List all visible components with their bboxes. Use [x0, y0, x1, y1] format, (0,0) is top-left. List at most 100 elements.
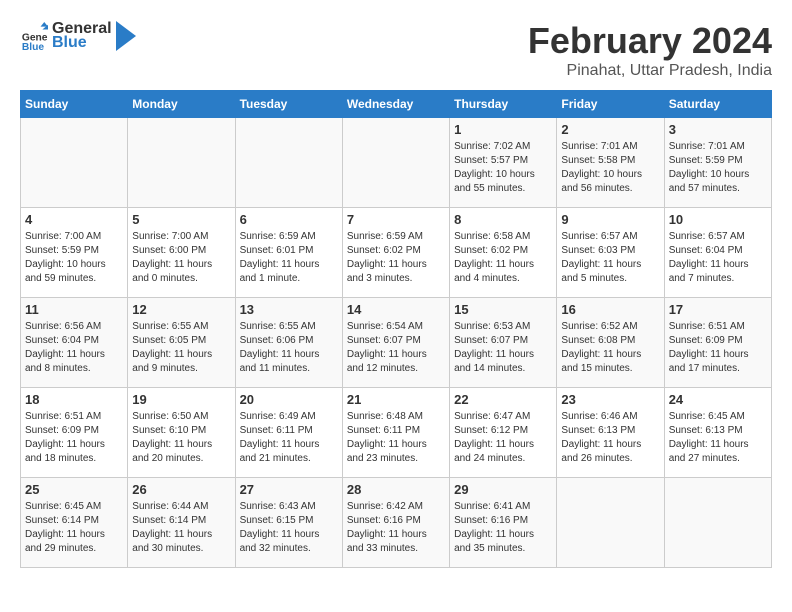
- calendar-cell: 5 Sunrise: 7:00 AM Sunset: 6:00 PM Daylig…: [128, 208, 235, 298]
- day-number: 13: [240, 302, 338, 317]
- calendar-cell: 1 Sunrise: 7:02 AM Sunset: 5:57 PM Daylig…: [450, 118, 557, 208]
- day-number: 24: [669, 392, 767, 407]
- calendar-cell: 20Sunrise: 6:49 AM Sunset: 6:11 PM Dayli…: [235, 388, 342, 478]
- day-number: 22: [454, 392, 552, 407]
- svg-text:Blue: Blue: [22, 42, 45, 50]
- cell-info: Sunrise: 6:56 AM Sunset: 6:04 PM Dayligh…: [25, 320, 123, 376]
- calendar-cell: 10 Sunrise: 6:57 AM Sunset: 6:04 PM Dayli…: [664, 208, 771, 298]
- day-header-wednesday: Wednesday: [342, 91, 449, 118]
- calendar-cell: 14 Sunrise: 6:54 AM Sunset: 6:07 PM Dayli…: [342, 298, 449, 388]
- calendar-cell: 2 Sunrise: 7:01 AM Sunset: 5:58 PM Daylig…: [557, 118, 664, 208]
- cell-info: Sunrise: 7:01 AM Sunset: 5:58 PM Dayligh…: [561, 140, 659, 196]
- day-header-friday: Friday: [557, 91, 664, 118]
- day-number: 1: [454, 122, 552, 137]
- cell-info: Sunrise: 6:50 AM Sunset: 6:10 PM Dayligh…: [132, 410, 230, 466]
- cell-info: Sunrise: 6:57 AM Sunset: 6:04 PM Dayligh…: [669, 230, 767, 286]
- calendar-cell: 25 Sunrise: 6:45 AM Sunset: 6:14 PM Dayli…: [21, 478, 128, 568]
- calendar-cell: 15Sunrise: 6:53 AM Sunset: 6:07 PM Dayli…: [450, 298, 557, 388]
- day-header-thursday: Thursday: [450, 91, 557, 118]
- cell-info: Sunrise: 6:55 AM Sunset: 6:06 PM Dayligh…: [240, 320, 338, 376]
- day-header-monday: Monday: [128, 91, 235, 118]
- cell-info: Sunrise: 6:55 AM Sunset: 6:05 PM Dayligh…: [132, 320, 230, 376]
- day-number: 3: [669, 122, 767, 137]
- day-number: 14: [347, 302, 445, 317]
- cell-info: Sunrise: 6:41 AM Sunset: 6:16 PM Dayligh…: [454, 500, 552, 556]
- day-number: 17: [669, 302, 767, 317]
- day-number: 19: [132, 392, 230, 407]
- subtitle: Pinahat, Uttar Pradesh, India: [528, 62, 772, 80]
- calendar-cell: 22 Sunrise: 6:47 AM Sunset: 6:12 PM Dayli…: [450, 388, 557, 478]
- cell-info: Sunrise: 7:01 AM Sunset: 5:59 PM Dayligh…: [669, 140, 767, 196]
- day-number: 16: [561, 302, 659, 317]
- calendar-cell: 8 Sunrise: 6:58 AM Sunset: 6:02 PM Daylig…: [450, 208, 557, 298]
- title-area: February 2024 Pinahat, Uttar Pradesh, In…: [528, 20, 772, 80]
- calendar-cell: 16Sunrise: 6:52 AM Sunset: 6:08 PM Dayli…: [557, 298, 664, 388]
- calendar-cell: 3 Sunrise: 7:01 AM Sunset: 5:59 PM Daylig…: [664, 118, 771, 208]
- day-header-saturday: Saturday: [664, 91, 771, 118]
- logo-icon: General Blue: [20, 22, 48, 50]
- day-number: 18: [25, 392, 123, 407]
- calendar-cell: [128, 118, 235, 208]
- cell-info: Sunrise: 6:54 AM Sunset: 6:07 PM Dayligh…: [347, 320, 445, 376]
- calendar-cell: 7Sunrise: 6:59 AM Sunset: 6:02 PM Daylig…: [342, 208, 449, 298]
- day-number: 25: [25, 482, 123, 497]
- day-number: 28: [347, 482, 445, 497]
- calendar-cell: [664, 478, 771, 568]
- calendar-cell: 24 Sunrise: 6:45 AM Sunset: 6:13 PM Dayli…: [664, 388, 771, 478]
- calendar-week-row: 11 Sunrise: 6:56 AM Sunset: 6:04 PM Dayli…: [21, 298, 772, 388]
- cell-info: Sunrise: 7:02 AM Sunset: 5:57 PM Dayligh…: [454, 140, 552, 196]
- day-header-sunday: Sunday: [21, 91, 128, 118]
- calendar-week-row: 4 Sunrise: 7:00 AM Sunset: 5:59 PM Daylig…: [21, 208, 772, 298]
- day-number: 11: [25, 302, 123, 317]
- cell-info: Sunrise: 6:57 AM Sunset: 6:03 PM Dayligh…: [561, 230, 659, 286]
- cell-info: Sunrise: 6:51 AM Sunset: 6:09 PM Dayligh…: [669, 320, 767, 376]
- day-number: 26: [132, 482, 230, 497]
- calendar-cell: [557, 478, 664, 568]
- calendar-cell: 13 Sunrise: 6:55 AM Sunset: 6:06 PM Dayli…: [235, 298, 342, 388]
- day-number: 21: [347, 392, 445, 407]
- calendar-week-row: 25 Sunrise: 6:45 AM Sunset: 6:14 PM Dayli…: [21, 478, 772, 568]
- calendar-cell: 26 Sunrise: 6:44 AM Sunset: 6:14 PM Dayli…: [128, 478, 235, 568]
- day-number: 6: [240, 212, 338, 227]
- cell-info: Sunrise: 7:00 AM Sunset: 5:59 PM Dayligh…: [25, 230, 123, 286]
- day-number: 29: [454, 482, 552, 497]
- calendar-week-row: 1 Sunrise: 7:02 AM Sunset: 5:57 PM Daylig…: [21, 118, 772, 208]
- day-number: 9: [561, 212, 659, 227]
- day-number: 15: [454, 302, 552, 317]
- cell-info: Sunrise: 6:47 AM Sunset: 6:12 PM Dayligh…: [454, 410, 552, 466]
- cell-info: Sunrise: 6:51 AM Sunset: 6:09 PM Dayligh…: [25, 410, 123, 466]
- cell-info: Sunrise: 6:59 AM Sunset: 6:02 PM Dayligh…: [347, 230, 445, 286]
- cell-info: Sunrise: 6:45 AM Sunset: 6:14 PM Dayligh…: [25, 500, 123, 556]
- cell-info: Sunrise: 6:44 AM Sunset: 6:14 PM Dayligh…: [132, 500, 230, 556]
- calendar-cell: 12 Sunrise: 6:55 AM Sunset: 6:05 PM Dayli…: [128, 298, 235, 388]
- calendar-cell: 9 Sunrise: 6:57 AM Sunset: 6:03 PM Daylig…: [557, 208, 664, 298]
- cell-info: Sunrise: 6:43 AM Sunset: 6:15 PM Dayligh…: [240, 500, 338, 556]
- day-number: 2: [561, 122, 659, 137]
- calendar-cell: 19 Sunrise: 6:50 AM Sunset: 6:10 PM Dayli…: [128, 388, 235, 478]
- calendar-cell: 23 Sunrise: 6:46 AM Sunset: 6:13 PM Dayli…: [557, 388, 664, 478]
- cell-info: Sunrise: 6:58 AM Sunset: 6:02 PM Dayligh…: [454, 230, 552, 286]
- calendar-cell: 11 Sunrise: 6:56 AM Sunset: 6:04 PM Dayli…: [21, 298, 128, 388]
- calendar-cell: [342, 118, 449, 208]
- calendar-cell: 29 Sunrise: 6:41 AM Sunset: 6:16 PM Dayli…: [450, 478, 557, 568]
- cell-info: Sunrise: 6:46 AM Sunset: 6:13 PM Dayligh…: [561, 410, 659, 466]
- logo-arrow-icon: [116, 21, 136, 51]
- cell-info: Sunrise: 6:42 AM Sunset: 6:16 PM Dayligh…: [347, 500, 445, 556]
- calendar-header-row: SundayMondayTuesdayWednesdayThursdayFrid…: [21, 91, 772, 118]
- day-number: 8: [454, 212, 552, 227]
- day-number: 10: [669, 212, 767, 227]
- calendar-cell: 21Sunrise: 6:48 AM Sunset: 6:11 PM Dayli…: [342, 388, 449, 478]
- calendar-week-row: 18 Sunrise: 6:51 AM Sunset: 6:09 PM Dayli…: [21, 388, 772, 478]
- day-header-tuesday: Tuesday: [235, 91, 342, 118]
- day-number: 5: [132, 212, 230, 227]
- cell-info: Sunrise: 6:49 AM Sunset: 6:11 PM Dayligh…: [240, 410, 338, 466]
- calendar-cell: 17 Sunrise: 6:51 AM Sunset: 6:09 PM Dayli…: [664, 298, 771, 388]
- cell-info: Sunrise: 7:00 AM Sunset: 6:00 PM Dayligh…: [132, 230, 230, 286]
- day-number: 23: [561, 392, 659, 407]
- cell-info: Sunrise: 6:59 AM Sunset: 6:01 PM Dayligh…: [240, 230, 338, 286]
- calendar-cell: 28 Sunrise: 6:42 AM Sunset: 6:16 PM Dayli…: [342, 478, 449, 568]
- day-number: 12: [132, 302, 230, 317]
- day-number: 4: [25, 212, 123, 227]
- cell-info: Sunrise: 6:45 AM Sunset: 6:13 PM Dayligh…: [669, 410, 767, 466]
- logo: General Blue General Blue: [20, 20, 136, 52]
